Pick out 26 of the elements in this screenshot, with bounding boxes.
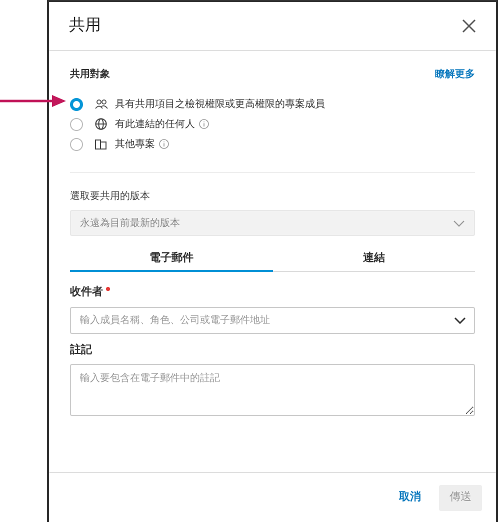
chevron-down-icon[interactable] — [454, 316, 466, 324]
globe-icon — [95, 118, 107, 130]
notes-field[interactable]: 輸入要包含在電子郵件中的註記 — [70, 364, 475, 416]
field-label: 註記 — [70, 342, 93, 358]
option-label: 其他專案 — [115, 138, 155, 152]
info-icon[interactable] — [199, 119, 209, 129]
option-label: 有此連結的任何人 — [115, 118, 195, 132]
recipient-field[interactable]: 輸入成員名稱、角色、公司或電子郵件地址 — [70, 306, 475, 334]
info-icon[interactable] — [159, 139, 169, 149]
people-icon — [95, 99, 108, 109]
tab[interactable]: 連結 — [272, 246, 475, 272]
close-icon[interactable] — [462, 19, 476, 33]
option-label: 具有共用項目之檢視權限或更高權限的專案成員 — [115, 98, 325, 112]
field-label: 選取要共用的版本 — [70, 190, 151, 204]
dialog-title: 共用 — [69, 16, 101, 36]
radio-button[interactable] — [70, 138, 83, 150]
folders-icon — [95, 138, 107, 150]
pointer-arrow — [0, 94, 66, 108]
radio-button[interactable] — [70, 118, 83, 130]
section-label: 共用對象 — [70, 68, 110, 82]
chevron-down-icon — [453, 220, 465, 226]
learn-more-link[interactable]: 瞭解更多 — [435, 67, 475, 82]
cancel-button[interactable]: 取消 — [399, 489, 421, 506]
radio-button[interactable] — [70, 98, 83, 110]
tab[interactable]: 電子郵件 — [70, 246, 272, 272]
field-label: 收件者 — [70, 284, 103, 300]
